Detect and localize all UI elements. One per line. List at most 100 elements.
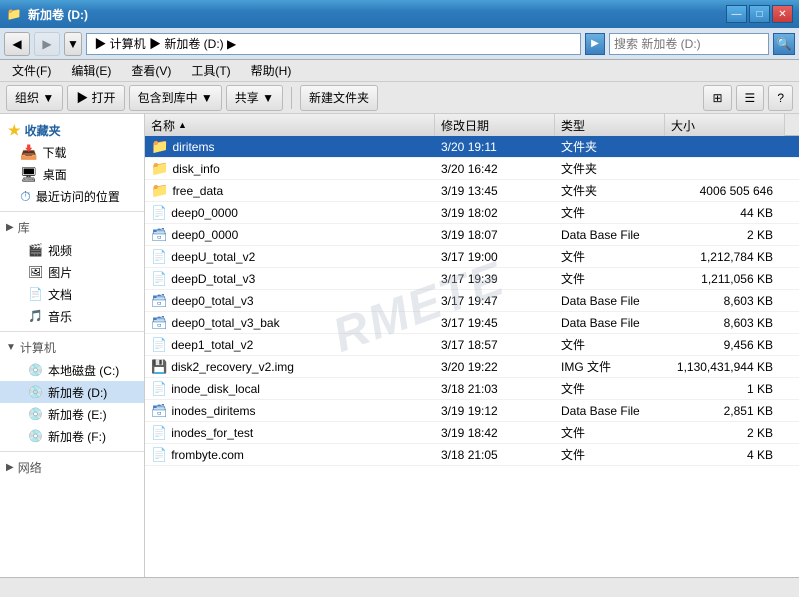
sidebar-item-desktop[interactable]: 🖥 桌面	[0, 163, 144, 185]
help-button[interactable]: ?	[768, 85, 793, 111]
file-size: 44 KB	[740, 206, 773, 220]
organize-button[interactable]: 组织 ▼	[6, 85, 63, 111]
file-size: 4 KB	[747, 448, 773, 462]
sidebar-picture-label: 图片	[48, 264, 72, 281]
sidebar-item-d-drive[interactable]: 💿 新加卷 (D:)	[0, 381, 144, 403]
menu-help[interactable]: 帮助(H)	[245, 60, 298, 81]
file-date: 3/20 19:11	[441, 140, 497, 154]
table-row[interactable]: 🗃 deep0_total_v3 3/17 19:47 Data Base Fi…	[145, 290, 799, 312]
sidebar-item-picture[interactable]: 🖼 图片	[0, 261, 144, 283]
file-size: 1,211,056 KB	[701, 272, 773, 286]
file-date: 3/19 19:12	[441, 404, 498, 418]
sidebar-video-label: 视频	[48, 242, 72, 259]
favorites-label: 收藏夹	[25, 122, 61, 139]
menu-file[interactable]: 文件(F)	[6, 60, 57, 81]
file-size: 1,212,784 KB	[700, 250, 773, 264]
sidebar-item-video[interactable]: 🎬 视频	[0, 239, 144, 261]
menu-edit[interactable]: 编辑(E)	[65, 60, 117, 81]
sidebar-item-download[interactable]: 📥 下载	[0, 141, 144, 163]
file-type: 文件	[561, 380, 585, 397]
network-arrow: ▶	[6, 462, 14, 473]
img-file-icon: 💾	[151, 359, 167, 375]
table-row[interactable]: 📄 frombyte.com 3/18 21:05 文件 4 KB	[145, 444, 799, 466]
file-date: 3/17 19:00	[441, 250, 498, 264]
network-section: ▶ 网络	[0, 456, 144, 479]
file-name: free_data	[172, 184, 223, 198]
close-button[interactable]: ✕	[772, 5, 793, 23]
table-row[interactable]: 📄 inodes_for_test 3/19 18:42 文件 2 KB	[145, 422, 799, 444]
sidebar-item-e-drive[interactable]: 💿 新加卷 (E:)	[0, 403, 144, 425]
table-row[interactable]: 📄 inode_disk_local 3/18 21:03 文件 1 KB	[145, 378, 799, 400]
computer-header[interactable]: ▼ 计算机	[0, 336, 144, 359]
table-row[interactable]: 📁 disk_info 3/20 16:42 文件夹	[145, 158, 799, 180]
open-button[interactable]: ▶ 打开	[67, 85, 124, 111]
file-icon: 📄	[151, 447, 167, 463]
dropdown-button[interactable]: ▼	[64, 32, 82, 56]
file-name: deep1_total_v2	[171, 338, 253, 352]
sidebar-e-drive-label: 新加卷 (E:)	[48, 406, 107, 423]
computer-arrow: ▼	[6, 342, 16, 353]
libraries-header[interactable]: ▶ 库	[0, 216, 144, 239]
folder-icon: 📁	[151, 138, 168, 155]
file-icon: 📄	[151, 337, 167, 353]
table-row[interactable]: 💾 disk2_recovery_v2.img 3/20 19:22 IMG 文…	[145, 356, 799, 378]
forward-button[interactable]: ▶	[34, 32, 60, 56]
view-grid-button[interactable]: ⊞	[703, 85, 731, 111]
table-row[interactable]: 📄 deepD_total_v3 3/17 19:39 文件 1,211,056…	[145, 268, 799, 290]
window-title: 新加卷 (D:)	[28, 6, 726, 23]
search-input[interactable]	[609, 33, 769, 55]
d-drive-icon: 💿	[28, 385, 43, 399]
sidebar-f-drive-label: 新加卷 (F:)	[48, 428, 106, 445]
sidebar-item-music[interactable]: 🎵 音乐	[0, 305, 144, 327]
file-icon: 📄	[151, 425, 167, 441]
file-name: deep0_total_v3	[172, 294, 254, 308]
sidebar-divider-3	[0, 451, 144, 452]
sidebar-d-drive-label: 新加卷 (D:)	[48, 384, 107, 401]
table-row[interactable]: 📄 deep0_0000 3/19 18:02 文件 44 KB	[145, 202, 799, 224]
view-list-button[interactable]: ☰	[736, 85, 765, 111]
menu-tools[interactable]: 工具(T)	[185, 60, 236, 81]
col-type-label: 类型	[561, 117, 585, 134]
file-type: IMG 文件	[561, 358, 611, 375]
back-button[interactable]: ◀	[4, 32, 30, 56]
sidebar-music-label: 音乐	[48, 308, 72, 325]
col-date-header[interactable]: 修改日期	[435, 114, 555, 136]
sidebar-item-document[interactable]: 📄 文档	[0, 283, 144, 305]
new-folder-button[interactable]: 新建文件夹	[300, 85, 378, 111]
search-arrow-icon: ▶	[585, 33, 605, 55]
file-size: 9,456 KB	[724, 338, 773, 352]
file-date: 3/17 18:57	[441, 338, 498, 352]
include-button[interactable]: 包含到库中 ▼	[129, 85, 222, 111]
maximize-button[interactable]: □	[749, 5, 770, 23]
share-button[interactable]: 共享 ▼	[226, 85, 283, 111]
table-row[interactable]: 🗃 inodes_diritems 3/19 19:12 Data Base F…	[145, 400, 799, 422]
table-row[interactable]: 📁 diritems 3/20 19:11 文件夹	[145, 136, 799, 158]
network-header[interactable]: ▶ 网络	[0, 456, 144, 479]
menu-view[interactable]: 查看(V)	[125, 60, 177, 81]
minimize-button[interactable]: —	[726, 5, 747, 23]
file-type: 文件夹	[561, 160, 597, 177]
table-row[interactable]: 🗃 deep0_total_v3_bak 3/17 19:45 Data Bas…	[145, 312, 799, 334]
f-drive-icon: 💿	[28, 429, 43, 443]
file-name: deepU_total_v2	[171, 250, 255, 264]
table-row[interactable]: 🗃 deep0_0000 3/19 18:07 Data Base File 2…	[145, 224, 799, 246]
table-row[interactable]: 📁 free_data 3/19 13:45 文件夹 4006 505 646	[145, 180, 799, 202]
file-type: Data Base File	[561, 316, 640, 330]
table-row[interactable]: 📄 deep1_total_v2 3/17 18:57 文件 9,456 KB	[145, 334, 799, 356]
sidebar-item-recent[interactable]: ⏱ 最近访问的位置	[0, 185, 144, 207]
file-date: 3/18 21:03	[441, 382, 498, 396]
sidebar-item-c-drive[interactable]: 💿 本地磁盘 (C:)	[0, 359, 144, 381]
table-row[interactable]: 📄 deepU_total_v2 3/17 19:00 文件 1,212,784…	[145, 246, 799, 268]
file-type: Data Base File	[561, 294, 640, 308]
col-type-header[interactable]: 类型	[555, 114, 665, 136]
sidebar-item-f-drive[interactable]: 💿 新加卷 (F:)	[0, 425, 144, 447]
search-button[interactable]: 🔍	[773, 33, 795, 55]
libraries-section: ▶ 库 🎬 视频 🖼 图片 📄 文档 🎵 音乐	[0, 216, 144, 327]
recent-icon: ⏱	[20, 188, 31, 205]
db-file-icon: 🗃	[151, 403, 168, 419]
address-input[interactable]	[86, 33, 581, 55]
col-size-header[interactable]: 大小	[665, 114, 785, 136]
col-name-header[interactable]: 名称 ▲	[145, 114, 435, 136]
sidebar-divider-2	[0, 331, 144, 332]
favorites-header[interactable]: ★ 收藏夹	[0, 120, 144, 141]
